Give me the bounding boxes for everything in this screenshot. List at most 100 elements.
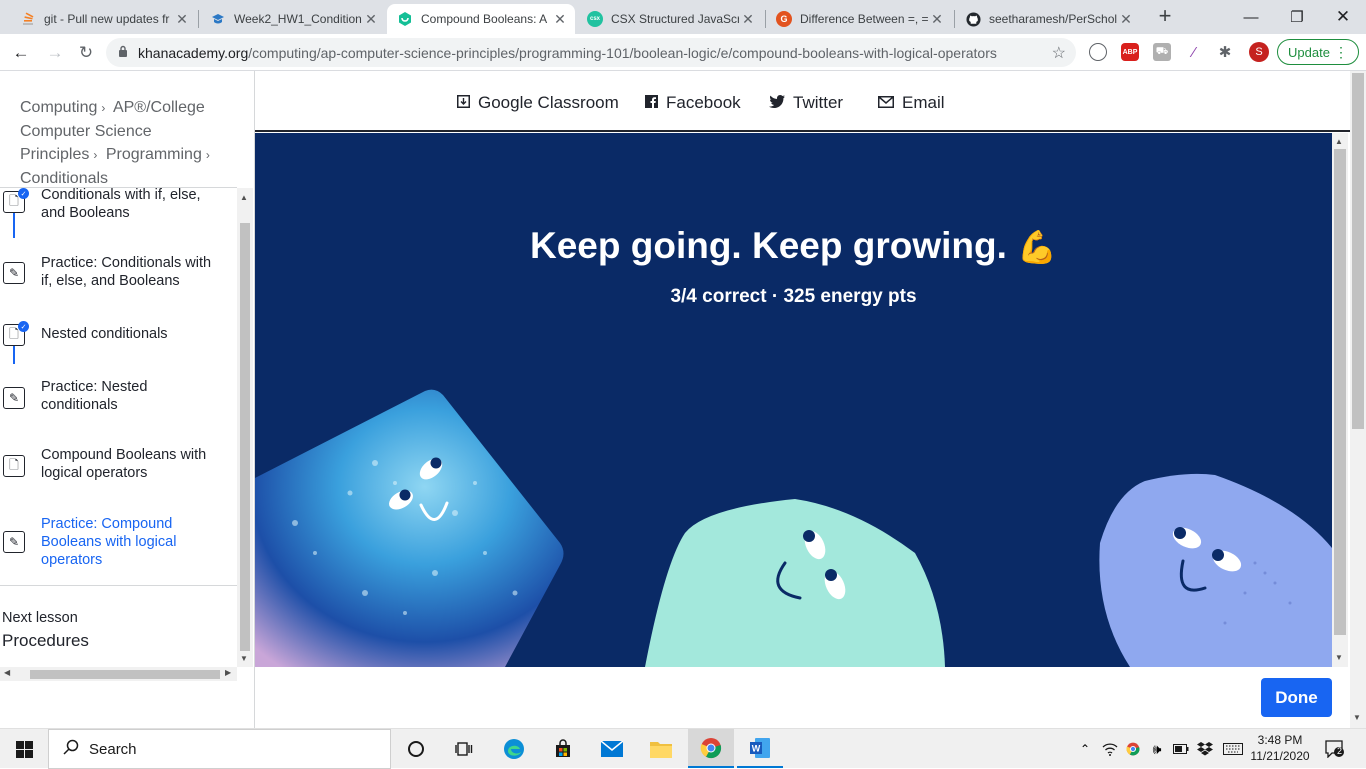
browser-tab[interactable]: csx CSX Structured JavaScri ✕ [577, 4, 763, 34]
close-tab-icon[interactable]: ✕ [362, 11, 380, 28]
lesson-label: Conditionals with if, else, and Booleans [41, 188, 201, 221]
lesson-sidebar: Computing › AP®︎/College Computer Science… [0, 71, 255, 728]
lesson-item[interactable]: ✎ Practice: Nested conditionals [0, 378, 237, 438]
lesson-item[interactable]: 🗋 Compound Booleans with logical operato… [0, 446, 237, 506]
sidebar-scrollbar[interactable]: ▲ ▼ [237, 188, 253, 667]
chevron-right-icon: › [93, 148, 98, 162]
sidebar-horizontal-scrollbar[interactable]: ◀ ▶ [0, 667, 237, 681]
browser-tab[interactable]: seetharamesh/PerSchol ✕ [955, 4, 1141, 34]
edge-icon[interactable] [500, 735, 528, 763]
blue-rock-creature [255, 389, 564, 667]
done-button[interactable]: Done [1261, 678, 1332, 717]
scrollbar-thumb[interactable] [1352, 73, 1364, 429]
reload-icon[interactable]: ↻ [73, 40, 99, 66]
adblock-icon[interactable]: ABP [1121, 43, 1139, 61]
tab-title: seetharamesh/PerSchol [989, 12, 1117, 26]
windows-start-icon[interactable] [10, 735, 38, 763]
share-label: Google Classroom [478, 93, 619, 112]
chrome-taskbar-button[interactable] [688, 729, 734, 768]
browser-tab[interactable]: G Difference Between =, = ✕ [766, 4, 952, 34]
close-tab-icon[interactable]: ✕ [551, 11, 569, 28]
close-tab-icon[interactable]: ✕ [1117, 11, 1135, 28]
taskbar-search-input[interactable]: Search [48, 729, 391, 769]
scrollbar-thumb[interactable] [240, 223, 250, 651]
extension-icon[interactable] [1089, 43, 1107, 61]
breadcrumb-link[interactable]: Conditionals [20, 170, 108, 187]
close-window-icon[interactable]: ✕ [1320, 0, 1366, 34]
update-label: Update [1288, 44, 1330, 60]
task-view-icon[interactable] [450, 735, 478, 763]
scrollbar-thumb[interactable] [1334, 149, 1346, 635]
word-taskbar-button[interactable]: W [737, 729, 783, 768]
lesson-label: Compound Booleans with logical operators [41, 447, 207, 481]
maximize-icon[interactable]: ❐ [1274, 0, 1320, 34]
store-icon[interactable] [549, 735, 577, 763]
close-tab-icon[interactable]: ✕ [739, 11, 757, 28]
keyboard-icon[interactable] [1219, 735, 1247, 763]
extensions-puzzle-icon[interactable]: ✱ [1216, 43, 1234, 61]
share-bar: Google Classroom Facebook Twitter Email [255, 71, 1352, 132]
minimize-icon[interactable]: — [1228, 0, 1274, 34]
scrollbar-thumb[interactable] [30, 670, 220, 679]
chrome-icon [697, 734, 725, 762]
lesson-item[interactable]: ✎ Practice: Conditionals with if, else, … [0, 254, 237, 314]
file-explorer-icon[interactable] [647, 735, 675, 763]
browser-tab[interactable]: git - Pull new updates fr ✕ [10, 4, 197, 34]
browser-tab-active[interactable]: Compound Booleans: A ✕ [387, 4, 575, 34]
cortana-icon[interactable] [402, 735, 430, 763]
mail-icon[interactable] [598, 735, 626, 763]
next-lesson-link[interactable]: Procedures [2, 631, 89, 651]
show-hidden-icons-icon[interactable]: ⌃ [1071, 735, 1099, 763]
breadcrumb-link[interactable]: Programming [106, 146, 202, 163]
tab-title: CSX Structured JavaScri [611, 12, 739, 26]
scroll-up-icon[interactable]: ▲ [1335, 137, 1343, 146]
khan-academy-icon [397, 11, 413, 27]
page-scrollbar[interactable]: ▼ [1350, 71, 1366, 728]
extension-puzzle-grey-icon[interactable]: ⛟ [1153, 43, 1171, 61]
pen-extension-icon[interactable]: ⁄ [1185, 43, 1203, 61]
bookmark-star-icon[interactable]: ☆ [1052, 43, 1066, 63]
lesson-item[interactable]: 🗋 ✓ Nested conditionals [0, 318, 237, 378]
lesson-label: Practice: Conditionals with if, else, an… [41, 255, 212, 289]
forward-icon[interactable]: → [42, 40, 68, 66]
dropbox-icon[interactable] [1191, 735, 1219, 763]
scroll-down-icon[interactable]: ▼ [1353, 713, 1361, 722]
breadcrumb-link[interactable]: Computing [20, 99, 97, 116]
scroll-left-icon[interactable]: ◀ [4, 668, 10, 677]
share-label: Facebook [666, 93, 741, 112]
close-tab-icon[interactable]: ✕ [928, 11, 946, 28]
share-label: Email [902, 93, 945, 112]
content-scrollbar[interactable]: ▲ ▼ [1332, 133, 1348, 667]
notifications-icon[interactable]: 2 [1321, 735, 1349, 763]
word-icon: W [746, 734, 774, 762]
chevron-right-icon: › [205, 148, 210, 162]
browser-tab[interactable]: Week2_HW1_Conditiona ✕ [200, 4, 386, 34]
search-icon [63, 739, 79, 759]
google-classroom-link[interactable]: Google Classroom [457, 93, 619, 113]
geeks-icon: G [776, 11, 792, 27]
new-tab-icon[interactable]: + [1153, 5, 1177, 29]
stackoverflow-icon [20, 11, 36, 27]
update-button[interactable]: Update ⋮ [1277, 39, 1359, 65]
twitter-link[interactable]: Twitter [769, 93, 843, 113]
lesson-label: Nested conditionals [41, 326, 168, 342]
article-icon: 🗋 [3, 455, 25, 477]
canvas-icon [210, 11, 226, 27]
facebook-link[interactable]: Facebook [645, 93, 741, 113]
back-icon[interactable]: ← [8, 40, 34, 66]
profile-avatar[interactable]: S [1249, 42, 1269, 62]
close-tab-icon[interactable]: ✕ [173, 11, 191, 28]
lesson-item-current[interactable]: ✎ Practice: Compound Booleans with logic… [0, 514, 237, 580]
scroll-down-icon[interactable]: ▼ [1335, 653, 1343, 662]
completed-check-icon: ✓ [18, 321, 29, 332]
scroll-up-icon[interactable]: ▲ [240, 193, 248, 202]
taskbar-clock[interactable]: 3:48 PM 11/21/2020 [1247, 732, 1313, 764]
scroll-right-icon[interactable]: ▶ [225, 668, 231, 677]
tab-title: git - Pull new updates fr [44, 12, 170, 26]
breadcrumb: Computing › AP®︎/College Computer Science… [20, 96, 235, 190]
address-bar[interactable]: khanacademy.org/computing/ap-computer-sc… [106, 38, 1076, 67]
exercise-footer [255, 667, 1350, 728]
scroll-down-icon[interactable]: ▼ [240, 654, 248, 663]
lesson-item[interactable]: 🗋 ✓ Conditionals with if, else, and Bool… [0, 188, 237, 246]
email-link[interactable]: Email [878, 93, 945, 113]
